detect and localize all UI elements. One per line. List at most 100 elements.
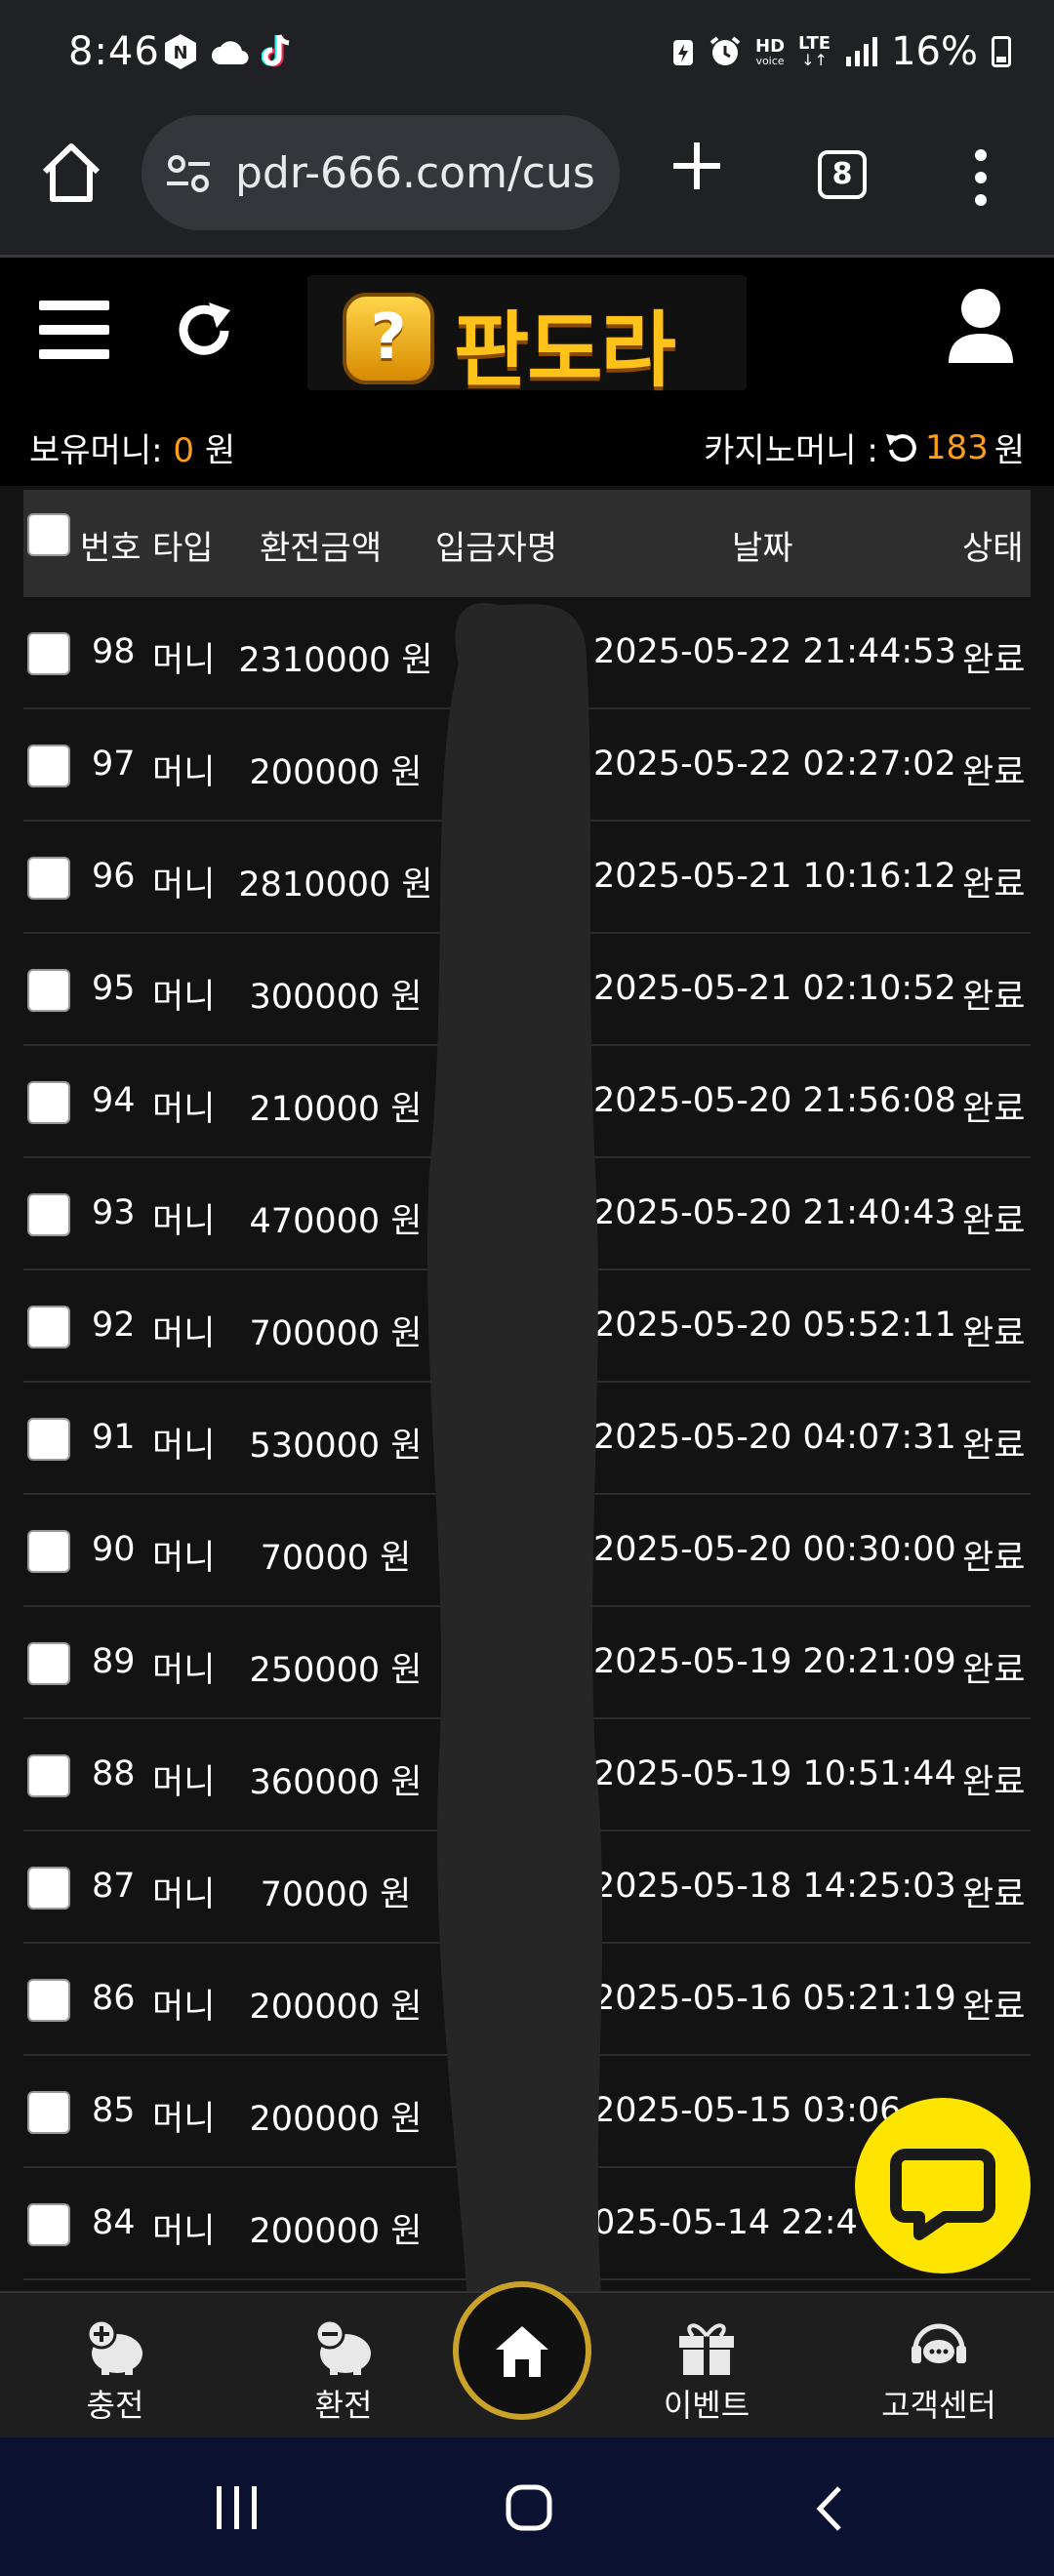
table-header: 번호 타입 환전금액 입금자명 날짜 상태 [23,490,1031,597]
row-checkbox[interactable] [27,1530,70,1573]
recent-apps-icon[interactable] [213,2486,262,2529]
row-status: 완료 [962,1651,1026,1690]
row-type: 머니 [152,753,216,792]
address-bar[interactable]: pdr-666.com/cus [142,115,620,230]
chat-button[interactable] [855,2098,1031,2274]
row-number: 93 [92,1193,136,1232]
header-type: 타입 [152,529,214,568]
url-text: pdr-666.com/cus [235,148,595,198]
header-depositor: 입금자명 [435,529,558,568]
nav-home[interactable] [453,2281,591,2420]
nav-event-label: 이벤트 [663,2387,750,2424]
row-number: 95 [92,969,136,1008]
row-type: 머니 [152,865,216,905]
status-bar: 8:46 N HD voice LTE ↓↑ 16% [0,0,1054,109]
n-app-icon: N [165,34,196,69]
row-checkbox[interactable] [27,1867,70,1910]
row-checkbox[interactable] [27,632,70,675]
battery-icon [992,36,1011,67]
held-money-value: 0 [173,431,195,470]
row-number: 89 [92,1642,136,1681]
row-checkbox[interactable] [27,1193,70,1236]
row-type: 머니 [152,1090,216,1129]
alarm-icon [709,36,741,65]
site-logo[interactable]: ? 판도라 [307,275,747,398]
home-icon[interactable] [37,139,105,207]
row-checkbox[interactable] [27,1081,70,1124]
svg-text:N: N [173,43,187,63]
system-status: HD voice LTE ↓↑ 16% [671,29,1011,74]
row-type: 머니 [152,641,216,680]
lte-icon: LTE ↓↑ [798,33,831,69]
row-status: 완료 [962,1539,1026,1578]
row-checkbox[interactable] [27,2203,70,2246]
row-status: 완료 [962,1875,1026,1914]
hd-voice-icon: HD voice [755,35,786,67]
row-type: 머니 [152,1763,216,1802]
row-number: 87 [92,1867,136,1906]
refresh-casino-icon[interactable] [884,430,919,465]
row-checkbox[interactable] [27,1306,70,1348]
row-status: 완료 [962,753,1026,792]
row-checkbox[interactable] [27,1418,70,1461]
row-status: 완료 [962,1988,1026,2027]
tab-switcher-button[interactable]: 8 [818,150,867,199]
tiktok-icon [262,34,290,67]
charge-piggy-icon [86,2318,142,2375]
row-number: 98 [92,632,136,671]
nav-support-label: 고객센터 [881,2387,996,2424]
row-checkbox[interactable] [27,969,70,1012]
row-type: 머니 [152,1539,216,1578]
chat-bubble-icon [890,2149,995,2240]
row-type: 머니 [152,1651,216,1690]
home-button-icon[interactable] [506,2484,552,2531]
nav-exchange-label: 환전 [314,2387,373,2424]
header-date: 날짜 [732,529,793,568]
row-checkbox[interactable] [27,745,70,787]
row-status: 완료 [962,1427,1026,1466]
row-checkbox[interactable] [27,1979,70,2022]
row-type: 머니 [152,2100,216,2139]
casino-money-value: 183 [924,427,989,467]
header-amount: 환전금액 [260,529,383,568]
nav-exchange[interactable]: 환전 [246,2313,441,2426]
menu-icon[interactable] [39,301,109,359]
logo-text: 판도라 [454,302,676,398]
bottom-navigation: 충전 환전 이벤트 고객센터 [0,2281,1054,2439]
site-settings-icon[interactable] [165,152,212,195]
row-checkbox[interactable] [27,1642,70,1685]
gift-icon [679,2323,734,2375]
header-status: 상태 [962,529,1024,568]
row-checkbox[interactable] [27,1754,70,1797]
clock: 8:46 [68,29,160,74]
row-checkbox[interactable] [27,2091,70,2134]
logo-badge: ? [343,293,434,384]
exchange-piggy-icon [314,2318,371,2375]
row-number: 94 [92,1081,136,1120]
row-status: 완료 [962,1090,1026,1129]
row-number: 92 [92,1306,136,1345]
new-tab-icon[interactable] [669,139,724,193]
refresh-icon[interactable] [170,297,238,365]
nav-event[interactable]: 이벤트 [609,2313,804,2426]
row-number: 86 [92,1979,136,2018]
row-type: 머니 [152,1314,216,1353]
redaction-mark [426,603,605,2392]
held-money: 보유머니: 0 원 [29,431,236,470]
select-all-checkbox[interactable] [27,513,70,556]
row-status: 완료 [962,978,1026,1017]
row-number: 97 [92,745,136,784]
row-status: 완료 [962,641,1026,680]
header-number: 번호 [80,529,142,568]
user-icon[interactable] [945,285,1017,367]
back-icon[interactable] [812,2484,845,2533]
row-checkbox[interactable] [27,857,70,900]
cloud-icon [212,41,249,65]
row-type: 머니 [152,1875,216,1914]
nav-charge[interactable]: 충전 [18,2313,213,2426]
nav-support[interactable]: 고객센터 [841,2313,1036,2426]
notification-icons: N [162,33,295,70]
balance-bar: 보유머니: 0 원 카지노머니 : 183 원 [0,402,1054,486]
more-menu-icon[interactable] [974,148,988,207]
headset-chat-icon [912,2323,966,2363]
